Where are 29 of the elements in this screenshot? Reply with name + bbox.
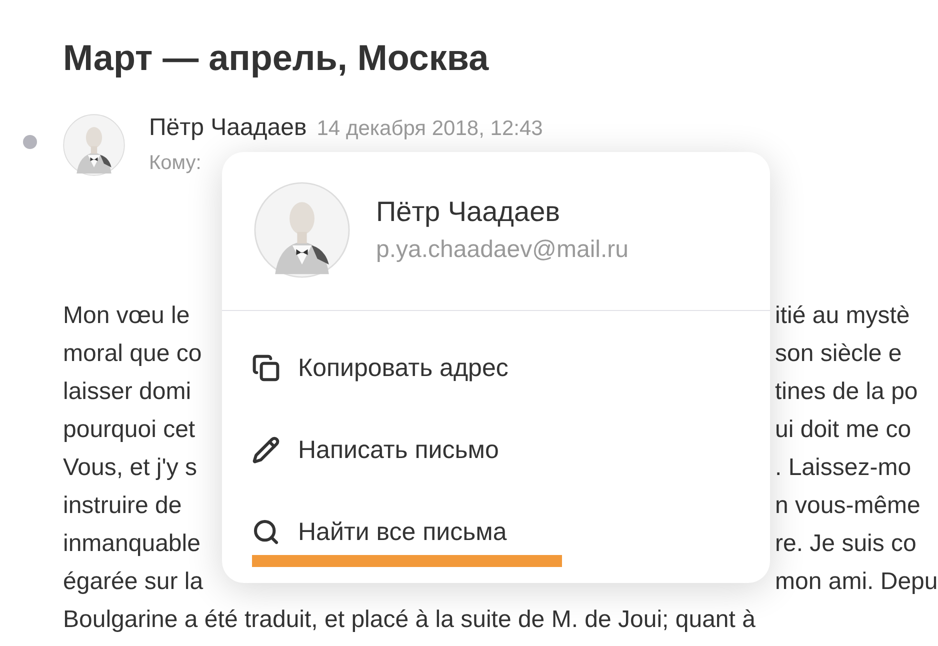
- body-text: laisser domi: [63, 377, 192, 407]
- body-text: inmanquable: [63, 529, 200, 559]
- body-text: itié au mystè: [775, 301, 910, 331]
- contact-name: Пётр Чаадаев: [376, 196, 562, 228]
- search-icon: [252, 518, 280, 546]
- body-text: égarée sur la: [63, 567, 204, 597]
- recipient-label: Кому:: [149, 152, 202, 175]
- body-text: Boulgarine a été traduit, et placé à la suite de M. de Joui; quant à: [63, 605, 756, 635]
- body-text: tines de la po: [775, 377, 918, 407]
- body-text: re. Je suis co: [775, 529, 916, 559]
- pencil-icon: [252, 436, 280, 464]
- body-text: moral que co: [63, 339, 202, 369]
- menu-item[interactable]: Копировать адрес: [252, 327, 740, 409]
- body-text: . Laissez-mo: [775, 453, 912, 483]
- copy-icon: [252, 354, 280, 382]
- sender-name[interactable]: Пётр Чаадаев: [149, 114, 307, 142]
- body-text: Vous, et j'y s: [63, 453, 197, 483]
- message-title: Март — апрель, Москва: [63, 36, 490, 80]
- body-text: ui doit me co: [775, 415, 912, 445]
- body-text: son siècle e: [775, 339, 902, 369]
- menu-item[interactable]: Найти все письма: [252, 491, 740, 573]
- body-text: instruire de: [63, 491, 182, 521]
- body-text: pourquoi cet: [63, 415, 196, 445]
- message-date: 14 декабря 2018, 12:43: [316, 117, 543, 141]
- body-text: n vous-même: [775, 491, 920, 521]
- contact-email: p.ya.chaadaev@mail.ru: [376, 236, 628, 264]
- body-text: Mon vœu le: [63, 301, 190, 331]
- body-text: mon ami. Depu: [775, 567, 938, 597]
- menu-item[interactable]: Написать письмо: [252, 409, 740, 491]
